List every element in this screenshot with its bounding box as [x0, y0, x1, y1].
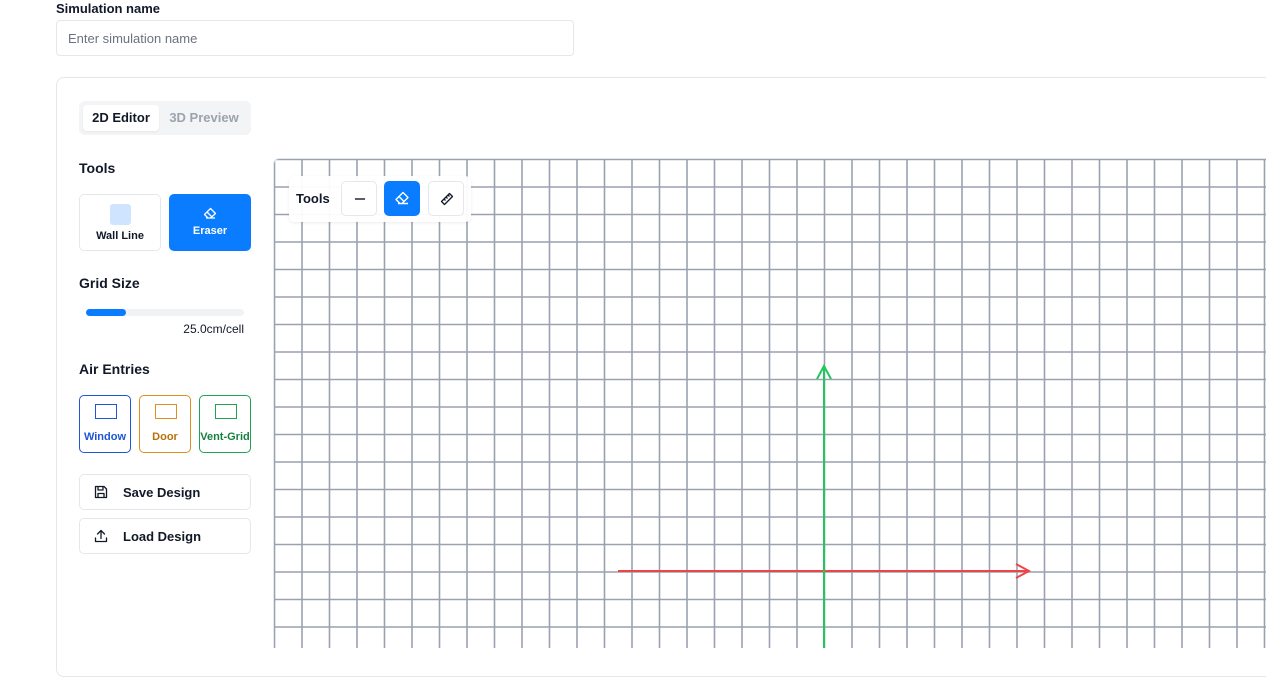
- load-design-label: Load Design: [123, 529, 202, 544]
- eraser-label: Eraser: [192, 225, 228, 237]
- wall-line-label: Wall Line: [96, 230, 144, 242]
- tab-2d-editor[interactable]: 2D Editor: [83, 105, 159, 131]
- save-icon: [94, 485, 108, 504]
- simulation-name-input[interactable]: [56, 20, 574, 56]
- tools-title: Tools: [79, 160, 116, 176]
- canvas-toolbar: Tools: [289, 176, 471, 222]
- simulation-name-label: Simulation name: [56, 1, 161, 16]
- save-design-button[interactable]: Save Design: [79, 474, 251, 510]
- load-design-button[interactable]: Load Design: [79, 518, 251, 554]
- grid-canvas[interactable]: [274, 159, 1266, 648]
- y-axis-arrow: [816, 363, 832, 648]
- wall-line-tool-button[interactable]: Wall Line: [79, 194, 161, 251]
- measure-tool-button[interactable]: [428, 181, 464, 216]
- air-entries-title: Air Entries: [79, 361, 150, 377]
- window-icon: [95, 404, 117, 419]
- eraser-icon: [394, 190, 410, 211]
- canvas-eraser-button[interactable]: [384, 181, 420, 216]
- grid-size-title: Grid Size: [79, 275, 140, 291]
- window-label: Window: [83, 431, 127, 443]
- grid-lines: [274, 159, 1266, 648]
- grid-size-slider[interactable]: [86, 309, 244, 316]
- design-canvas[interactable]: [273, 158, 1266, 648]
- eraser-icon: [203, 206, 217, 224]
- door-label: Door: [152, 431, 178, 443]
- wall-swatch-icon: [110, 204, 131, 225]
- measure-icon: [439, 191, 455, 212]
- window-entry-button[interactable]: Window: [79, 395, 131, 453]
- vent-grid-icon: [215, 404, 237, 419]
- vent-grid-entry-button[interactable]: Vent-Grid: [199, 395, 251, 453]
- vent-grid-label: Vent-Grid: [200, 431, 250, 443]
- line-icon: [352, 191, 368, 212]
- eraser-tool-button[interactable]: Eraser: [169, 194, 251, 251]
- line-tool-button[interactable]: [341, 181, 377, 216]
- tab-3d-preview[interactable]: 3D Preview: [161, 105, 247, 131]
- door-entry-button[interactable]: Door: [139, 395, 191, 453]
- grid-size-slider-fill: [86, 309, 126, 316]
- save-design-label: Save Design: [123, 485, 201, 500]
- door-icon: [155, 404, 177, 419]
- grid-size-value: 25.0cm/cell: [183, 322, 244, 336]
- upload-icon: [94, 529, 108, 548]
- view-tabs: 2D Editor 3D Preview: [79, 101, 251, 135]
- canvas-toolbar-label: Tools: [296, 191, 330, 206]
